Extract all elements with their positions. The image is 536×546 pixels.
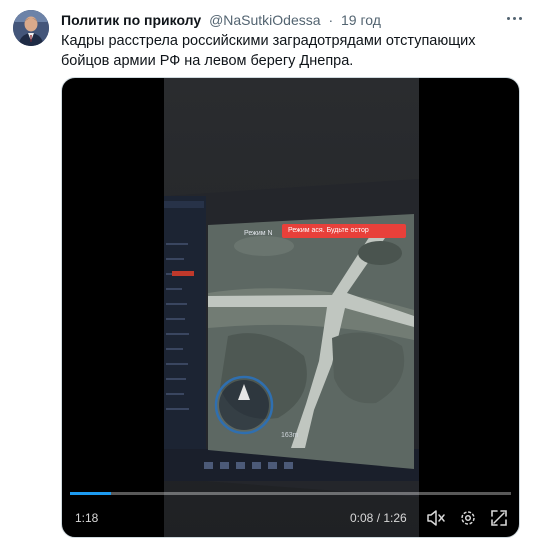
video-progress-bar[interactable] (70, 492, 511, 495)
screen-mode-label: Режим N (244, 230, 273, 237)
video-player[interactable]: Режим N Режим ася. Будьте остор 163m 1:1… (61, 77, 520, 538)
screen-warning-banner: Режим ася. Будьте остор (288, 227, 369, 234)
tweet[interactable]: Политик по приколу @NaSutkiOdessa · 19 г… (0, 0, 536, 546)
video-overlay-time: 1:18 (75, 511, 99, 525)
video-frame: Режим N Режим ася. Будьте остор 163m (164, 78, 419, 537)
author-handle[interactable]: @NaSutkiOdessa (209, 12, 320, 28)
author-name[interactable]: Политик по приколу (61, 12, 201, 28)
video-frame-image (164, 78, 419, 537)
separator-dot: · (328, 12, 334, 28)
video-progress-fill (70, 492, 111, 495)
tweet-header: Политик по приколу @NaSutkiOdessa · 19 г… (61, 10, 381, 30)
avatar[interactable] (13, 10, 49, 46)
tweet-text: Кадры расстрела российскими заградотряда… (61, 33, 476, 69)
tweet-timestamp[interactable]: 19 год (341, 12, 381, 28)
fullscreen-icon[interactable] (490, 509, 508, 527)
video-time-display: 0:08 / 1:26 (350, 511, 407, 525)
volume-muted-icon[interactable] (426, 509, 446, 527)
more-icon[interactable] (504, 11, 526, 27)
settings-icon[interactable] (459, 509, 477, 527)
screen-height-readout: 163m (281, 432, 299, 439)
